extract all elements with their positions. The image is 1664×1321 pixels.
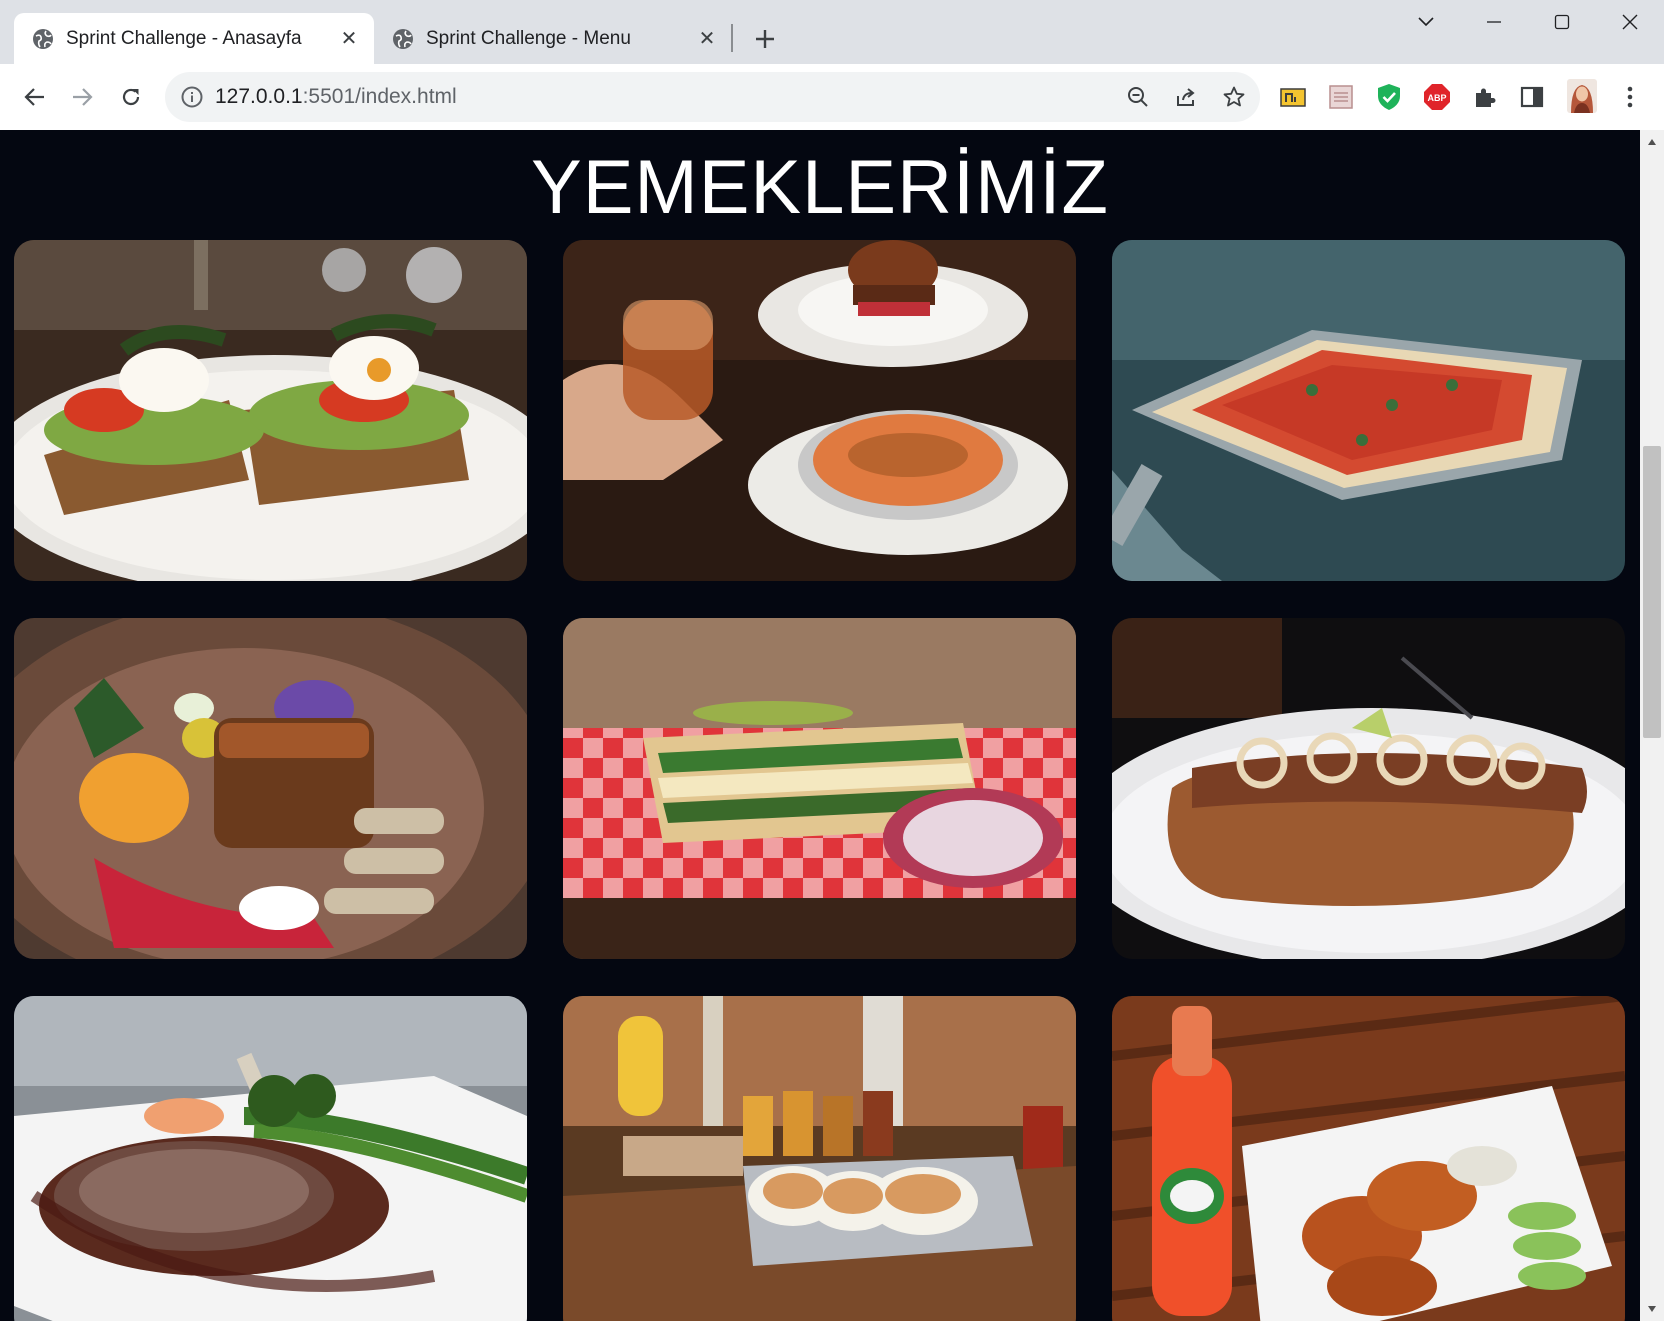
minimize-icon: [1487, 21, 1501, 23]
close-icon[interactable]: ✕: [696, 28, 718, 50]
dish-card-burger-mac: [563, 240, 1076, 581]
url-host: 127.0.0.1: [215, 85, 303, 108]
reload-icon: [122, 88, 140, 106]
tab-anasayfa[interactable]: Sprint Challenge - Anasayfa ✕: [14, 13, 374, 64]
reload-button[interactable]: [113, 79, 149, 115]
note-extension-icon[interactable]: [1278, 82, 1308, 112]
address-bar[interactable]: 127.0.0.1:5501/index.html: [165, 72, 1260, 122]
profile-avatar[interactable]: [1566, 78, 1598, 114]
dish-card-sandwich: [563, 618, 1076, 959]
share-icon[interactable]: [1173, 84, 1199, 110]
globe-icon: [32, 28, 54, 50]
arrow-left-icon: [24, 88, 44, 106]
extension-frame-icon[interactable]: [1326, 82, 1356, 112]
dish-card-avocado-toast: [14, 240, 527, 581]
shield-check-icon[interactable]: [1374, 82, 1404, 112]
zoom-out-icon[interactable]: [1125, 84, 1151, 110]
dish-card-loaded-fries: [1112, 240, 1625, 581]
dish-card-steak: [14, 996, 527, 1321]
chevron-down-icon: [1418, 17, 1434, 27]
tab-title: Sprint Challenge - Anasayfa: [66, 27, 302, 49]
side-panel-icon[interactable]: [1517, 82, 1547, 112]
close-window-button[interactable]: [1596, 0, 1664, 44]
close-icon: [1622, 14, 1638, 30]
tab-menu[interactable]: Sprint Challenge - Menu ✕: [374, 13, 732, 64]
menu-kebab-icon[interactable]: [1615, 82, 1645, 112]
close-icon[interactable]: ✕: [338, 28, 360, 50]
minimize-button[interactable]: [1460, 0, 1528, 44]
url-path: :5501/index.html: [302, 85, 457, 108]
info-icon[interactable]: [180, 85, 204, 109]
scroll-down-arrow-icon[interactable]: [1640, 1299, 1664, 1319]
browser-toolbar: 127.0.0.1:5501/index.html ABP: [0, 64, 1664, 130]
dish-card-sausage-bun: [1112, 618, 1625, 959]
dish-card-fish-tacos: [563, 996, 1076, 1321]
maximize-icon: [1554, 14, 1570, 30]
forward-button[interactable]: [64, 79, 100, 115]
dish-card-short-rib: [14, 618, 527, 959]
tab-search-button[interactable]: [1392, 0, 1460, 44]
new-tab-button[interactable]: [748, 22, 782, 56]
page-title: YEMEKLERİMİZ: [531, 145, 1109, 230]
scroll-thumb[interactable]: [1643, 446, 1661, 738]
plus-icon: [756, 30, 774, 48]
arrow-right-icon: [73, 88, 93, 106]
browser-window: Sprint Challenge - Anasayfa ✕ Sprint Cha…: [0, 0, 1664, 1321]
adblock-plus-icon[interactable]: ABP: [1422, 82, 1452, 112]
dish-card-chicken-wings: [1112, 996, 1625, 1321]
dishes-grid: [14, 240, 1626, 1321]
scroll-up-arrow-icon[interactable]: [1640, 132, 1664, 152]
tab-title: Sprint Challenge - Menu: [426, 27, 631, 49]
page-viewport: YEMEKLERİMİZ: [0, 130, 1664, 1321]
tab-strip: Sprint Challenge - Anasayfa ✕ Sprint Cha…: [0, 0, 1664, 64]
url-text[interactable]: 127.0.0.1:5501/index.html: [215, 85, 457, 109]
bookmark-star-icon[interactable]: [1221, 84, 1247, 110]
maximize-button[interactable]: [1528, 0, 1596, 44]
back-button[interactable]: [17, 79, 53, 115]
svg-text:ABP: ABP: [1427, 93, 1446, 103]
window-controls: [1392, 0, 1664, 44]
puzzle-icon[interactable]: [1470, 82, 1500, 112]
globe-icon: [392, 28, 414, 50]
tab-divider: [731, 24, 733, 52]
vertical-scrollbar[interactable]: [1640, 130, 1664, 1321]
